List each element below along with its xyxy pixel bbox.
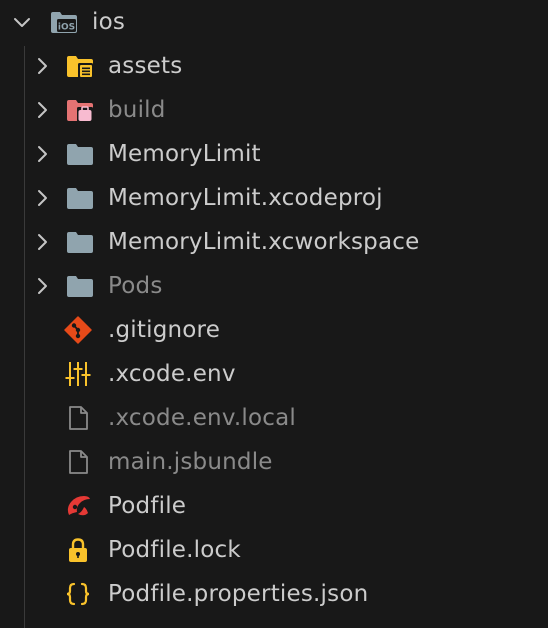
tree-item-main-jsbundle-file[interactable]: main.jsbundle (0, 440, 548, 484)
tree-item-label: main.jsbundle (108, 449, 273, 475)
tree-item-label: MemoryLimit.xcodeproj (108, 185, 383, 211)
file-icon (69, 406, 88, 430)
tree-item-build-folder[interactable]: build (0, 88, 548, 132)
tree-item-label: Podfile (108, 493, 187, 519)
tree-item-label: .xcode.env (108, 361, 236, 387)
chevron-right-icon[interactable] (30, 274, 54, 298)
lock-icon (69, 538, 87, 562)
ios-folder-icon: iOS (51, 12, 77, 33)
chevron-right-icon[interactable] (30, 186, 54, 210)
tree-item-pods-folder[interactable]: Pods (0, 264, 548, 308)
tree-item-label: MemoryLimit.xcworkspace (108, 229, 420, 255)
build-folder-icon (67, 100, 93, 122)
file-explorer-tree: iOS ios assets build MemoryLimit MemoryL… (0, 0, 548, 628)
tree-item-xcode-env-local-file[interactable]: .xcode.env.local (0, 396, 548, 440)
chevron-down-icon[interactable] (10, 10, 34, 34)
folder-icon (67, 188, 93, 209)
file-icon (69, 450, 88, 474)
tree-item-label: ios (92, 9, 126, 35)
tree-item-label: .gitignore (108, 317, 221, 343)
tree-item-label: Pods (108, 273, 163, 299)
json-braces-icon (66, 582, 90, 606)
chevron-right-icon[interactable] (30, 142, 54, 166)
tree-item-xcodeproj-folder[interactable]: MemoryLimit.xcodeproj (0, 176, 548, 220)
tree-item-label: build (108, 97, 166, 123)
tree-item-label: assets (108, 53, 183, 79)
tree-item-label: MemoryLimit (108, 141, 261, 167)
settings-tune-icon (65, 362, 91, 386)
chevron-right-icon[interactable] (30, 98, 54, 122)
folder-icon (67, 232, 93, 253)
tree-item-gitignore-file[interactable]: .gitignore (0, 308, 548, 352)
tree-item-xcode-env-file[interactable]: .xcode.env (0, 352, 548, 396)
tree-item-label: .xcode.env.local (108, 405, 296, 431)
chevron-right-icon[interactable] (30, 230, 54, 254)
tree-item-podfile-file[interactable]: Podfile (0, 484, 548, 528)
tree-item-memorylimit-folder[interactable]: MemoryLimit (0, 132, 548, 176)
folder-icon (67, 144, 93, 165)
assets-folder-icon (67, 56, 93, 78)
tree-item-podfile-lock-file[interactable]: Podfile.lock (0, 528, 548, 572)
cocoapods-icon (67, 496, 90, 516)
svg-text:iOS: iOS (58, 23, 75, 33)
tree-item-label: Podfile.properties.json (108, 581, 369, 607)
tree-item-xcworkspace-folder[interactable]: MemoryLimit.xcworkspace (0, 220, 548, 264)
tree-item-assets-folder[interactable]: assets (0, 44, 548, 88)
tree-item-podfile-properties-json-file[interactable]: Podfile.properties.json (0, 572, 548, 616)
tree-item-label: Podfile.lock (108, 537, 241, 563)
tree-item-ios-folder[interactable]: iOS ios (0, 0, 548, 44)
chevron-right-icon[interactable] (30, 54, 54, 78)
git-icon (64, 316, 92, 344)
folder-icon (67, 276, 93, 297)
